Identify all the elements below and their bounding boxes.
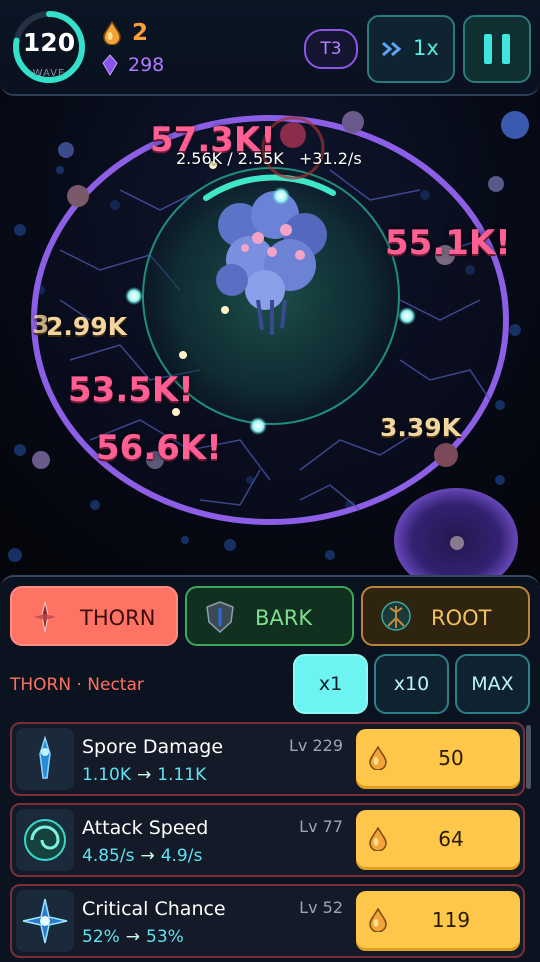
arrow-right-icon: → (125, 927, 141, 947)
upgrade-icon-box (16, 728, 74, 790)
damage-number: 3.39K (380, 413, 462, 442)
upgrade-card: Spore Damage 1.10K → 1.11K Lv 229 50 (10, 722, 525, 796)
arrow-right-icon: → (140, 846, 155, 866)
speed-button[interactable]: 1x (367, 15, 455, 83)
tab-thorn-label: THORN (80, 606, 156, 630)
gem-value: 298 (128, 54, 165, 76)
pause-icon-bar (502, 34, 510, 64)
upgrade-current: 52% (82, 927, 120, 947)
tier-button[interactable]: T3 (304, 29, 358, 69)
top-hud: 120 WAVE 2 298 T3 1x (0, 0, 540, 96)
upgrade-name: Spore Damage (82, 736, 224, 758)
multiplier-max-label: MAX (471, 673, 514, 695)
regen-value: +31.2/s (298, 149, 362, 168)
buy-cost: 64 (438, 827, 464, 851)
damage-number: 2.99K (46, 312, 128, 341)
amber-value: 2 (132, 20, 149, 46)
scrollbar[interactable] (526, 725, 531, 789)
purple-crystal-icon (102, 54, 118, 76)
upgrade-level: Lv 229 (288, 736, 343, 755)
bark-shield-icon (206, 601, 234, 634)
tab-root-label: ROOT (431, 606, 492, 630)
upgrade-next: 4.9/s (160, 846, 203, 866)
multiplier-x1-button[interactable]: x1 (293, 654, 368, 714)
upgrade-values: 52% → 53% (82, 927, 184, 947)
speed-label: 1x (413, 36, 439, 60)
multiplier-max-button[interactable]: MAX (455, 654, 530, 714)
tab-root[interactable]: ROOT (361, 586, 530, 646)
upgrade-card: Critical Chance 52% → 53% Lv 52 119 (10, 884, 525, 958)
buy-button[interactable]: 119 (356, 891, 520, 951)
tab-thorn[interactable]: THORN (10, 586, 178, 646)
multiplier-x10-button[interactable]: x10 (374, 654, 449, 714)
upgrade-next: 1.11K (157, 765, 207, 785)
damage-number: 55.1K! (385, 223, 511, 263)
upgrade-values: 1.10K → 1.11K (82, 765, 206, 785)
amber-counter: 2 (102, 20, 148, 46)
amber-drop-icon (103, 21, 121, 45)
buy-button[interactable]: 64 (356, 810, 520, 870)
upgrade-current: 4.85/s (82, 846, 135, 866)
pause-button[interactable] (463, 15, 531, 83)
arrow-right-icon: → (137, 765, 152, 785)
thorn-icon (34, 601, 56, 633)
upgrade-icon-box (16, 890, 74, 952)
swirl-icon (24, 819, 66, 861)
game-screen: 57.3K! 55.1K! 3 2.99K 53.5K! 56.6K! 3.39… (0, 0, 540, 962)
root-tree-icon (381, 601, 411, 631)
upgrade-next: 53% (146, 927, 184, 947)
spore-blade-icon (39, 735, 51, 779)
wave-label: WAVE (32, 68, 66, 79)
damage-number: 53.5K! (68, 370, 194, 410)
fast-forward-icon (382, 41, 402, 57)
upgrade-name: Critical Chance (82, 898, 226, 920)
wave-number: 120 (22, 28, 76, 57)
upgrade-icon-box (16, 809, 74, 871)
pause-icon (484, 34, 492, 64)
buy-cost: 119 (431, 908, 471, 932)
buy-cost: 50 (438, 746, 464, 770)
upgrade-name: Attack Speed (82, 817, 209, 839)
multiplier-x1-label: x1 (318, 673, 343, 695)
gem-counter: 298 (102, 54, 164, 76)
tier-label: T3 (320, 39, 342, 59)
upgrade-level: Lv 52 (299, 898, 343, 917)
multiplier-x10-label: x10 (393, 673, 430, 695)
upgrade-values: 4.85/s → 4.9/s (82, 846, 202, 866)
starburst-icon (22, 898, 68, 944)
tab-bark[interactable]: BARK (185, 586, 354, 646)
upgrade-card: Attack Speed 4.85/s → 4.9/s Lv 77 64 (10, 803, 525, 877)
upgrade-level: Lv 77 (299, 817, 343, 836)
tab-bark-label: BARK (255, 606, 313, 630)
damage-number: 56.6K! (96, 428, 222, 468)
upgrade-current: 1.10K (82, 765, 131, 785)
tree-hp-readout: 2.56K / 2.55K +31.2/s (176, 149, 362, 168)
hp-value: 2.56K / 2.55K (176, 149, 284, 168)
buy-button[interactable]: 50 (356, 729, 520, 789)
section-title: THORN · Nectar (10, 675, 144, 695)
